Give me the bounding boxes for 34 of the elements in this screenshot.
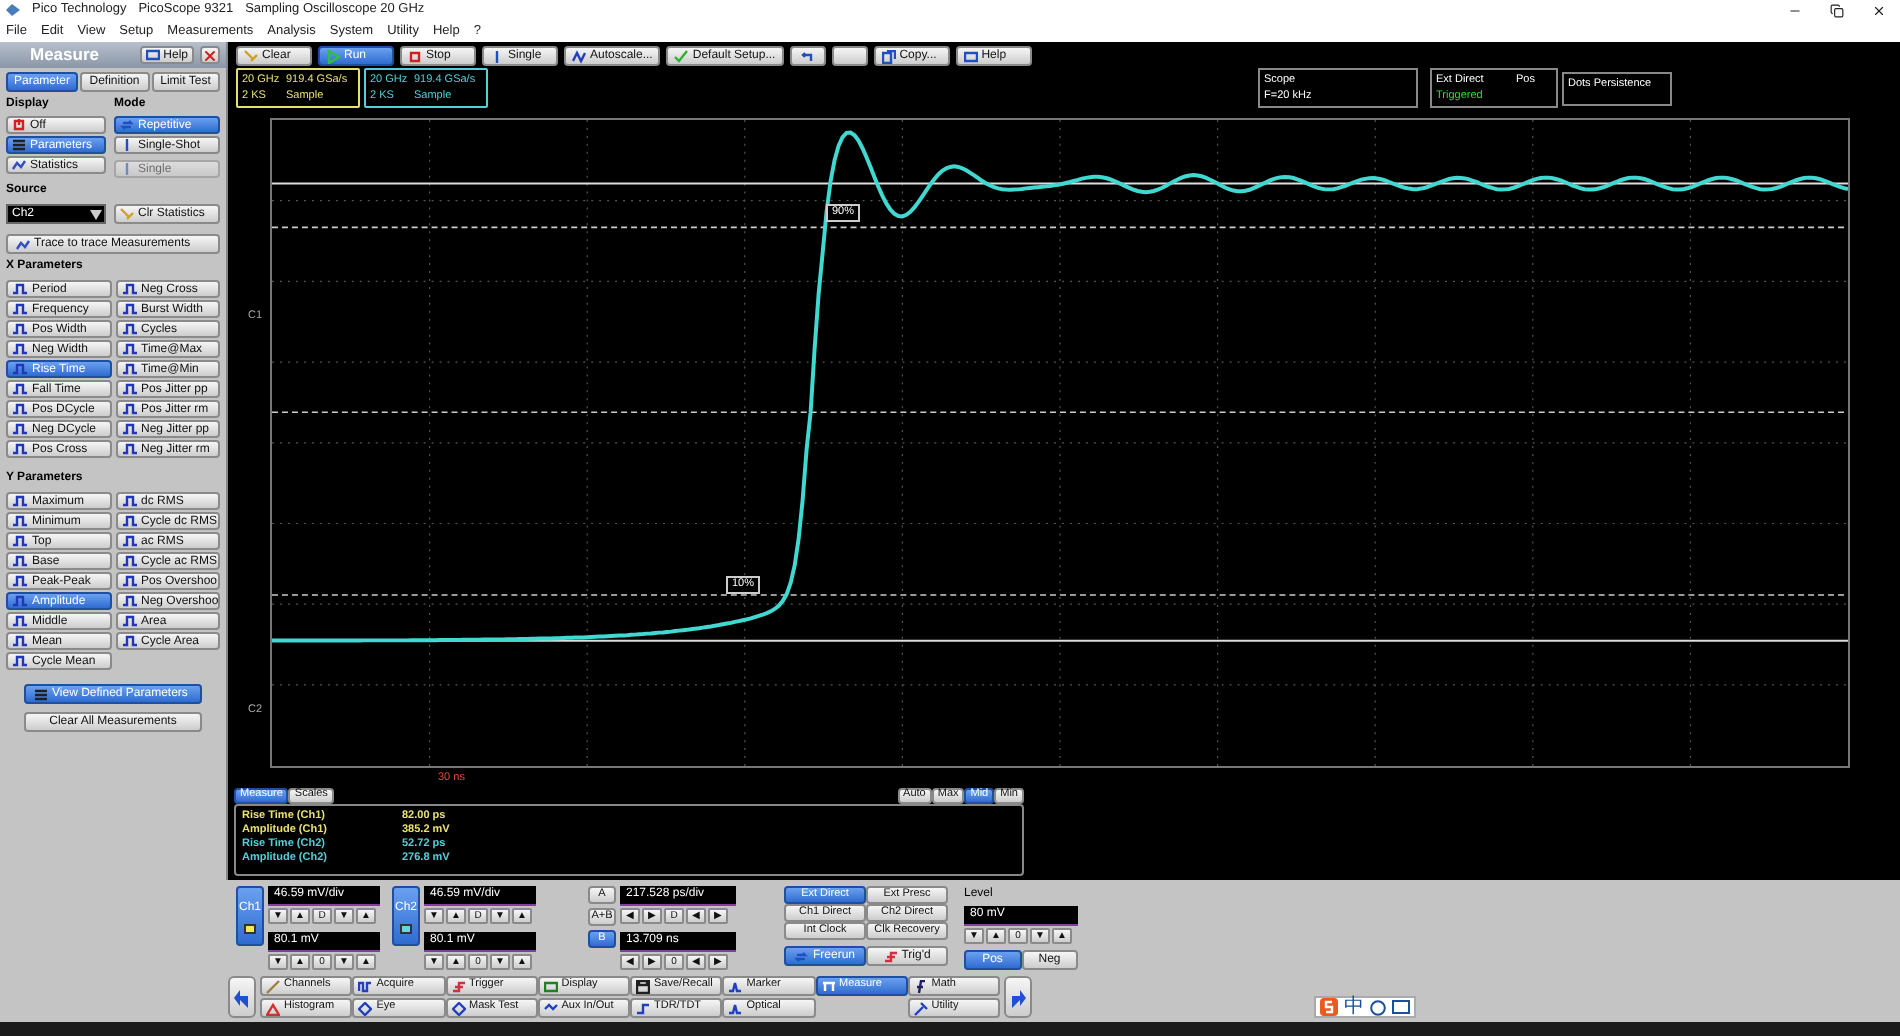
forward-arrow-icon [1010, 987, 1026, 1007]
loop-icon [120, 118, 134, 132]
ime-language[interactable]: 中 [1344, 997, 1364, 1017]
checkmark-icon [674, 49, 689, 63]
eye-diagram-icon [358, 1001, 373, 1015]
list-icon [34, 687, 48, 701]
panel-title: Measure [30, 42, 99, 68]
dropdown-arrow-icon [90, 209, 102, 219]
toolbar-button[interactable] [831, 46, 868, 66]
loop-icon [794, 949, 809, 963]
close-icon[interactable] [1872, 3, 1886, 17]
stop-icon [408, 49, 422, 63]
app-logo-icon [6, 4, 20, 16]
wrench-icon [913, 1001, 928, 1015]
eye-diagram-icon [451, 1001, 465, 1015]
copy-icon [881, 49, 896, 63]
list-icon [12, 138, 26, 152]
trigger-icon [883, 949, 898, 963]
close-button[interactable] [200, 46, 220, 64]
previous-button[interactable] [228, 976, 256, 1018]
screen-icon [543, 979, 558, 993]
autoscale-icon [572, 49, 586, 63]
back-arrow-icon [234, 987, 250, 1007]
restore-icon[interactable] [1830, 3, 1844, 17]
square-wave-icon [358, 979, 373, 993]
step-icon [636, 1001, 650, 1015]
power-icon [12, 118, 26, 132]
next-button[interactable] [1004, 976, 1032, 1018]
toolbar-button[interactable] [789, 46, 826, 66]
undo-icon [800, 49, 815, 63]
close-icon [202, 47, 218, 63]
trigger-icon [451, 979, 465, 993]
play-icon [326, 49, 340, 63]
function-icon [913, 979, 928, 993]
